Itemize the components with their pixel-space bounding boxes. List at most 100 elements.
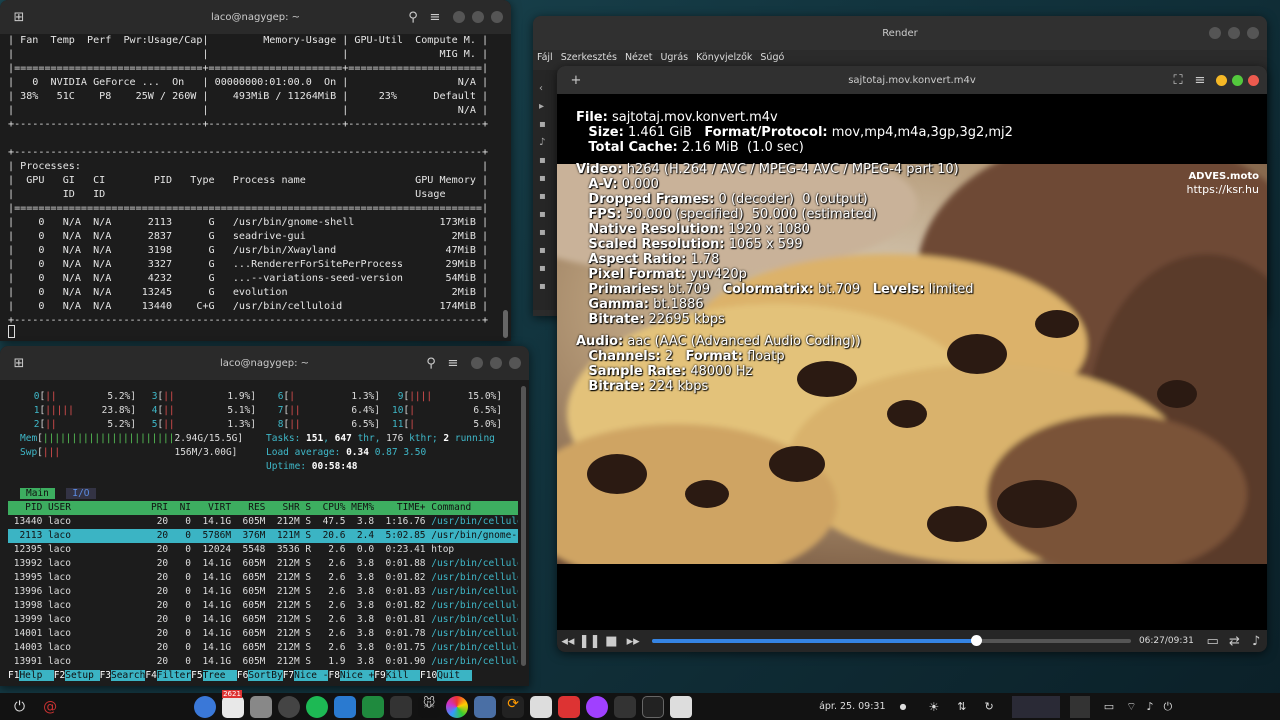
calc-icon[interactable] [362,695,385,718]
debian-logo-icon[interactable]: @ [43,699,57,715]
wifi-icon[interactable]: ⌔ [1126,700,1136,714]
table-row[interactable]: 13991 laco 20 0 14.1G 605M 212M S 1.9 3.… [8,655,518,669]
search-icon[interactable]: ⚲ [420,352,442,374]
fkey-f4[interactable]: F4 [145,670,156,681]
subtitle-icon[interactable]: ▭ [1202,630,1224,652]
menu-icon[interactable]: ≡ [442,352,464,374]
fkey-f10[interactable]: F10 [420,670,437,681]
fkey-label[interactable]: Nice + [339,670,375,681]
forward-icon[interactable]: ▸▸ [622,630,644,652]
fkey-f3[interactable]: F3 [100,670,111,681]
minimize-button[interactable] [1209,27,1221,39]
table-row[interactable]: 13998 laco 20 0 14.1G 605M 212M S 2.6 3.… [8,599,518,613]
menu-item[interactable]: Ugrás [660,52,688,63]
calendar-icon[interactable]: 2621 [222,689,245,718]
chrome-icon[interactable] [194,695,217,718]
terminal-window-htop[interactable]: ⊞ laco@nagygep: ~ ⚲ ≡ 0[|| 5.2%] 3[|| 1.9%… [0,346,529,686]
sync-icon[interactable]: ⟳ [502,695,525,718]
fkey-f2[interactable]: F2 [54,670,65,681]
messenger-icon[interactable] [586,695,609,718]
minimize-button[interactable] [1216,74,1227,86]
menu-item[interactable]: Fájl [537,52,553,63]
table-row[interactable]: 13995 laco 20 0 14.1G 605M 212M S 2.6 3.… [8,571,518,585]
file-manager-titlebar[interactable]: Render [533,16,1267,50]
davinci-icon[interactable] [558,695,581,718]
mouse-icon[interactable]: 🐭 [418,695,441,718]
fkey-f6[interactable]: F6 [237,670,248,681]
menu-icon[interactable]: ≡ [1189,69,1211,91]
table-header[interactable]: PID USER PRI NI VIRT RES SHR S CPU% MEM%… [8,501,518,515]
search-icon[interactable]: ⚲ [402,6,424,28]
table-row[interactable]: 2113 laco 20 0 5786M 376M 121M S 20.6 2.… [8,529,518,543]
fkey-f8[interactable]: F8 [328,670,339,681]
fkey-label[interactable]: Filter [156,670,192,681]
minimize-button[interactable] [471,357,483,369]
shuffle-icon[interactable]: ⇄ [1224,630,1246,652]
tab-main[interactable]: Main [20,488,55,499]
fkey-label[interactable]: Setup [65,670,100,681]
maximize-button[interactable] [490,357,502,369]
fkey-label[interactable]: Kill [385,670,421,681]
volume-icon[interactable]: ♪ [1146,700,1153,713]
sync-status-icon[interactable]: ↻ [984,700,993,713]
fkey-label[interactable]: Quit [437,670,472,681]
document-icon[interactable] [530,695,553,718]
menu-item[interactable]: Szerkesztés [561,52,617,63]
minimize-button[interactable] [453,11,465,23]
notification-dot-icon[interactable]: ● [900,702,907,711]
terminal-icon[interactable] [642,695,665,718]
maximize-button[interactable] [1232,74,1243,86]
power-menu-icon[interactable]: ⏻ [1163,700,1172,714]
close-button[interactable] [491,11,503,23]
spotify-icon[interactable] [306,695,329,718]
power-icon[interactable]: ⏻ [14,699,25,715]
maximize-button[interactable] [1228,27,1240,39]
menu-item[interactable]: Könyvjelzők [696,52,752,63]
files-icon[interactable] [390,695,413,718]
workspace-preview-2[interactable] [1069,695,1090,718]
scrollbar[interactable] [503,310,508,338]
stop-icon[interactable]: ■ [601,630,623,652]
close-button[interactable] [1248,74,1259,86]
seek-handle[interactable] [971,635,983,646]
celluloid-player-window[interactable]: + sajtotaj.mov.konvert.m4v ⛶ ≡ ADVES.mot… [557,66,1267,652]
table-row[interactable]: 14001 laco 20 0 14.1G 605M 212M S 2.6 3.… [8,627,518,641]
fkey-f7[interactable]: F7 [283,670,294,681]
table-row[interactable]: 13992 laco 20 0 14.1G 605M 212M S 2.6 3.… [8,557,518,571]
maximize-button[interactable] [472,11,484,23]
rewind-icon[interactable]: ◂◂ [557,630,579,652]
add-icon[interactable]: + [565,69,587,91]
fkey-f9[interactable]: F9 [374,670,385,681]
thunderbird-icon[interactable] [278,695,301,718]
menu-icon[interactable]: ≡ [424,6,446,28]
seek-bar[interactable] [651,635,1131,646]
workspace-preview[interactable] [1011,695,1060,718]
fullscreen-icon[interactable]: ⛶ [1167,69,1189,91]
fkey-label[interactable]: Help [19,670,54,681]
table-row[interactable]: 13440 laco 20 0 14.1G 605M 212M S 47.5 3… [8,515,518,529]
table-row[interactable]: 14003 laco 20 0 14.1G 605M 212M S 2.6 3.… [8,641,518,655]
fkey-label[interactable]: SortBy [248,670,283,681]
calculator-icon[interactable] [250,695,273,718]
table-row[interactable]: 13999 laco 20 0 14.1G 605M 212M S 2.6 3.… [8,613,518,627]
color-picker-icon[interactable] [446,695,469,718]
player-titlebar[interactable]: + sajtotaj.mov.konvert.m4v ⛶ ≡ [557,66,1267,94]
new-tab-icon[interactable]: ⊞ [8,6,30,28]
menu-item[interactable]: Nézet [625,52,653,63]
fkey-label[interactable]: Search [111,670,146,681]
darktable-icon[interactable] [474,695,497,718]
new-tab-icon[interactable]: ⊞ [8,352,30,374]
tab-io[interactable]: I/O [66,488,96,499]
fkey-label[interactable]: Tree [202,670,237,681]
terminal-titlebar[interactable]: ⊞ laco@nagygep: ~ ⚲ ≡ [0,0,511,34]
network-icon[interactable]: ⇅ [957,700,966,713]
close-button[interactable] [1247,27,1259,39]
writer-icon[interactable] [334,695,357,718]
close-button[interactable] [509,357,521,369]
fkey-f5[interactable]: F5 [191,670,202,681]
clock[interactable]: ápr. 25. 09:31 [819,701,885,712]
terminal-titlebar[interactable]: ⊞ laco@nagygep: ~ ⚲ ≡ [0,346,529,380]
screen-icon[interactable]: ▭ [1104,700,1114,713]
volume-icon[interactable]: ♪ [1245,630,1267,652]
menu-item[interactable]: Súgó [760,52,784,63]
